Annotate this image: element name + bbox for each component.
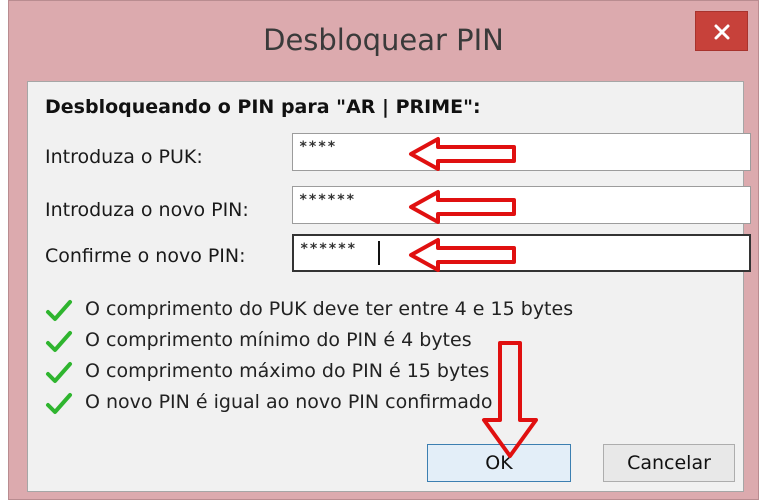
red-arrow-annotation	[409, 190, 516, 224]
checkmark-icon	[46, 362, 72, 383]
puk-label: Introduza o PUK:	[45, 146, 203, 168]
confirm-pin-label: Confirme o novo PIN:	[45, 245, 246, 267]
new-pin-input[interactable]: ******	[292, 186, 751, 224]
rule-text: O novo PIN é igual ao novo PIN confirmad…	[85, 391, 493, 413]
text-caret	[378, 241, 380, 265]
red-arrow-annotation	[482, 341, 538, 458]
checkmark-icon	[46, 331, 72, 352]
dialog-window: Desbloquear PIN Desbloqueando o PIN para…	[8, 0, 759, 500]
confirm-pin-input[interactable]: ******	[292, 234, 751, 272]
close-icon	[714, 24, 730, 40]
red-arrow-annotation	[409, 238, 516, 272]
new-pin-value: ******	[299, 192, 356, 208]
dialog-heading: Desbloqueando o PIN para "AR | PRIME":	[45, 96, 481, 118]
close-button[interactable]	[695, 11, 748, 51]
puk-input[interactable]: ****	[292, 133, 751, 171]
new-pin-label: Introduza o novo PIN:	[45, 199, 249, 221]
cancel-button[interactable]: Cancelar	[603, 444, 735, 482]
title-bar[interactable]: Desbloquear PIN	[9, 1, 758, 86]
checkmark-icon	[46, 300, 72, 321]
red-arrow-annotation	[409, 137, 516, 171]
window-title: Desbloquear PIN	[263, 23, 504, 57]
rule-text: O comprimento máximo do PIN é 15 bytes	[85, 360, 490, 382]
checkmark-icon	[46, 393, 72, 414]
rule-text: O comprimento do PUK deve ter entre 4 e …	[85, 298, 574, 320]
confirm-pin-value: ******	[300, 241, 357, 257]
rule-text: O comprimento mínimo do PIN é 4 bytes	[85, 329, 472, 351]
dialog-content: Desbloqueando o PIN para "AR | PRIME": I…	[27, 81, 751, 492]
puk-value: ****	[299, 139, 337, 155]
